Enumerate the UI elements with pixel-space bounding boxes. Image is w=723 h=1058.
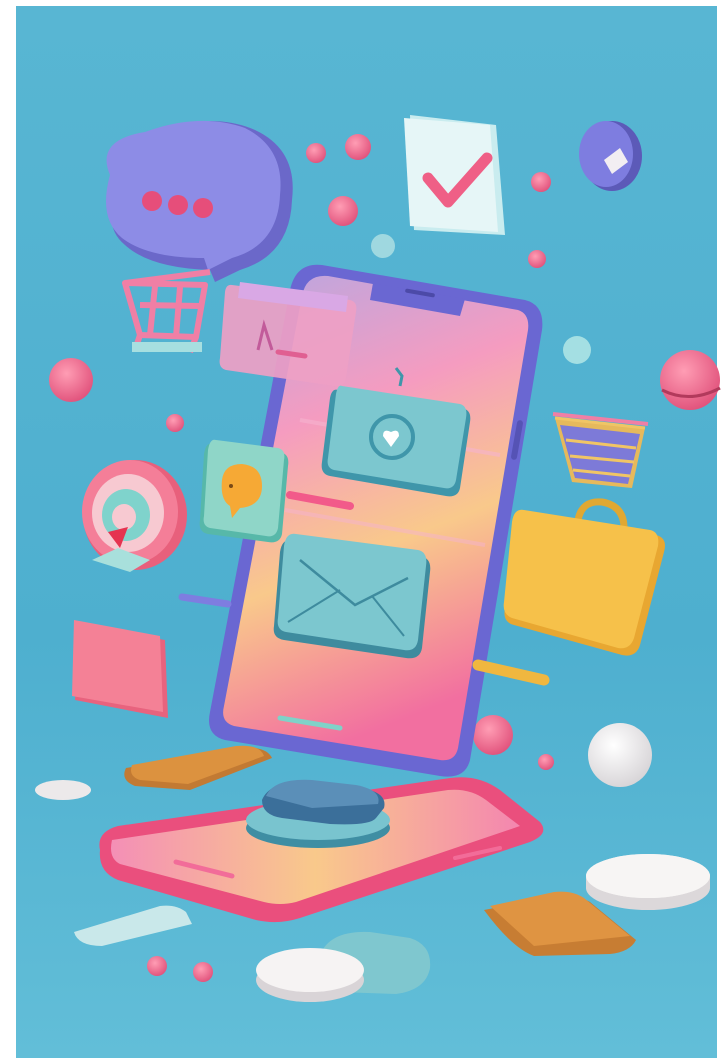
illustration-scene: [0, 0, 723, 1058]
chat-icon: [199, 439, 289, 543]
envelope-icon: [273, 533, 431, 659]
scene-svg: [0, 0, 723, 1058]
check-card-icon: [404, 115, 505, 235]
profile-card-icon: [219, 282, 357, 387]
